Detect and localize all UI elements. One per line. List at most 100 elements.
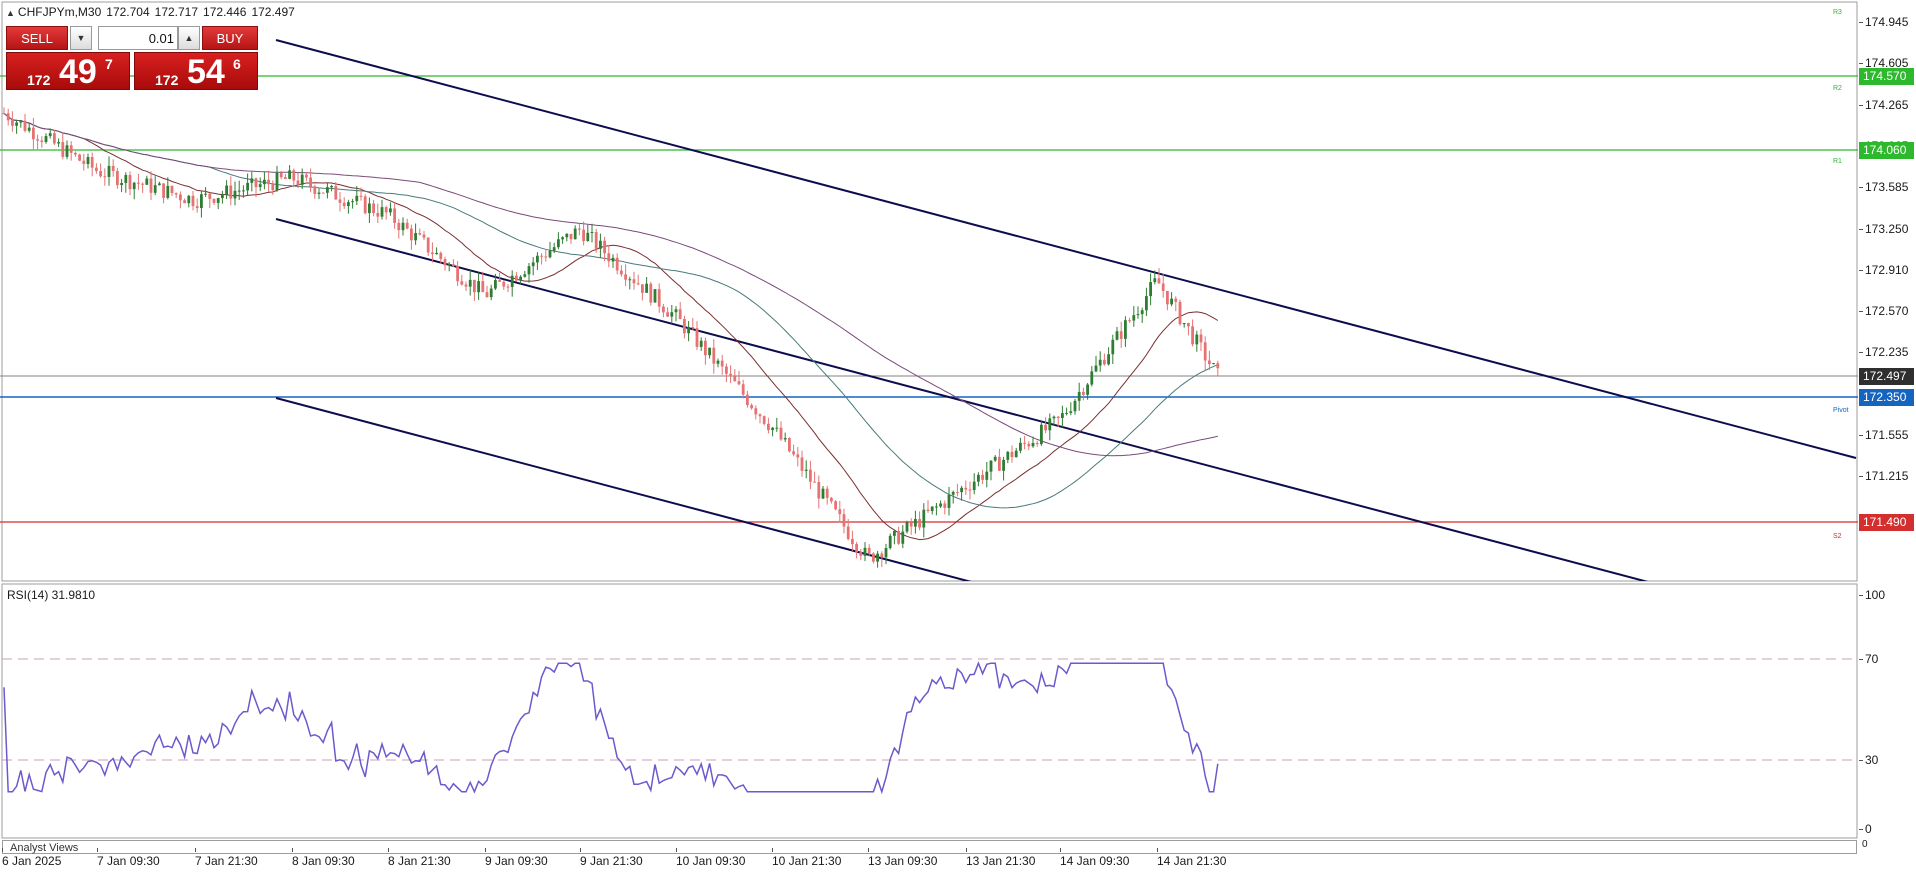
price-tick: 174.945: [1858, 15, 1909, 29]
price-tick: 171.555: [1858, 428, 1909, 442]
candle-body: [321, 192, 325, 194]
candle-body: [1111, 339, 1115, 355]
candle-body: [389, 208, 392, 213]
lot-size-input[interactable]: [98, 26, 178, 50]
candle-body: [771, 427, 774, 431]
candle-body: [1119, 331, 1123, 339]
time-tick: 6 Jan 2025: [2, 848, 62, 868]
candle-body: [1006, 451, 1010, 460]
candle-body: [229, 185, 233, 199]
candle-body: [817, 482, 821, 499]
candle-body: [103, 176, 107, 178]
candle-body: [851, 538, 854, 545]
ma-slow-line: [3, 112, 1218, 457]
candle-body: [624, 274, 627, 280]
candle-body: [594, 231, 598, 249]
candle-body: [804, 469, 808, 471]
rsi-panel-frame: [1, 583, 1858, 839]
candle-body: [519, 276, 522, 281]
candle-body: [645, 283, 648, 293]
candle-body: [691, 327, 695, 329]
candle-body: [456, 266, 459, 282]
candle-body: [368, 203, 371, 214]
candle-body: [641, 284, 644, 293]
candle-body: [275, 172, 279, 191]
buy-quote[interactable]: 172 54 6: [134, 52, 258, 90]
time-tick: 7 Jan 21:30: [195, 848, 258, 868]
candle-body: [380, 207, 384, 217]
candle-body: [657, 289, 661, 307]
candle-body: [582, 229, 585, 242]
candle-body: [254, 178, 258, 188]
candle-body: [830, 497, 833, 502]
rsi-path: [3, 661, 1219, 795]
candle-body: [405, 222, 409, 229]
candle-body: [485, 292, 489, 298]
candle-body: [1203, 342, 1207, 361]
lot-increase-button[interactable]: ▲: [178, 26, 200, 50]
candle-body: [930, 506, 934, 512]
candle-body: [74, 152, 77, 155]
candle-body: [720, 360, 724, 367]
r1-price-tag: 174.060: [1859, 142, 1914, 159]
candle-body: [590, 231, 594, 233]
candle-body: [1031, 442, 1035, 447]
candle-body: [124, 175, 128, 183]
candle-body: [1153, 278, 1157, 283]
bid-price-tag: 172.497: [1859, 368, 1914, 385]
candle-body: [947, 494, 951, 508]
buy-button[interactable]: BUY: [202, 26, 258, 50]
one-click-trading-panel: SELL ▼ ▲ BUY 172 49 7 172 54 6: [6, 26, 258, 96]
candle-body: [893, 530, 896, 536]
candle-body: [855, 544, 858, 553]
candle-body: [237, 190, 241, 192]
candle-body: [284, 177, 287, 179]
candle-body: [338, 199, 342, 203]
candle-body: [951, 491, 955, 495]
candle-body: [1052, 416, 1056, 419]
candle-body: [968, 489, 972, 491]
candle-body: [607, 253, 611, 262]
r1-label: R1: [1833, 158, 1842, 165]
candle-body: [1094, 365, 1098, 372]
lot-decrease-button[interactable]: ▼: [70, 26, 92, 50]
candle-body: [998, 456, 1001, 471]
candle-body: [11, 120, 14, 126]
candle-body: [481, 281, 485, 293]
candle-body: [1027, 443, 1031, 447]
sell-button[interactable]: SELL: [6, 26, 68, 50]
sell-price-point: 7: [105, 56, 113, 72]
candle-body: [1191, 326, 1194, 345]
candle-body: [1187, 323, 1190, 327]
candle-body: [561, 237, 564, 240]
candle-body: [1090, 371, 1094, 385]
high-value: 172.717: [154, 5, 199, 19]
candle-body: [762, 416, 766, 424]
candle-body: [750, 405, 753, 409]
candle-body: [674, 309, 678, 313]
chart-canvas[interactable]: [0, 0, 1916, 874]
candle-body: [993, 456, 997, 461]
price-tick: 172.570: [1858, 304, 1909, 319]
candle-body: [267, 179, 270, 185]
triangle-up-icon[interactable]: ▲: [6, 8, 15, 18]
candle-body: [897, 530, 900, 544]
candle-body: [578, 228, 581, 230]
analyst-views-tab[interactable]: Analyst Views: [10, 842, 78, 854]
s2-label: S2: [1833, 533, 1842, 540]
candle-body: [439, 252, 443, 260]
candle-body: [758, 414, 762, 417]
candle-body: [1128, 320, 1131, 322]
candle-body: [956, 491, 959, 493]
sell-quote[interactable]: 172 49 7: [6, 52, 130, 90]
candle-body: [191, 195, 195, 207]
candle-body: [242, 190, 245, 192]
candle-body: [61, 142, 65, 157]
candle-body: [1208, 360, 1211, 365]
candle-body: [116, 171, 119, 186]
time-tick: 13 Jan 09:30: [868, 848, 938, 868]
candle-body: [225, 185, 228, 195]
chart-window[interactable]: ▲ CHFJPYm,M30 172.704 172.717 172.446 172.497…: [0, 0, 1916, 874]
candle-body: [1157, 278, 1161, 284]
candle-body: [716, 360, 720, 364]
